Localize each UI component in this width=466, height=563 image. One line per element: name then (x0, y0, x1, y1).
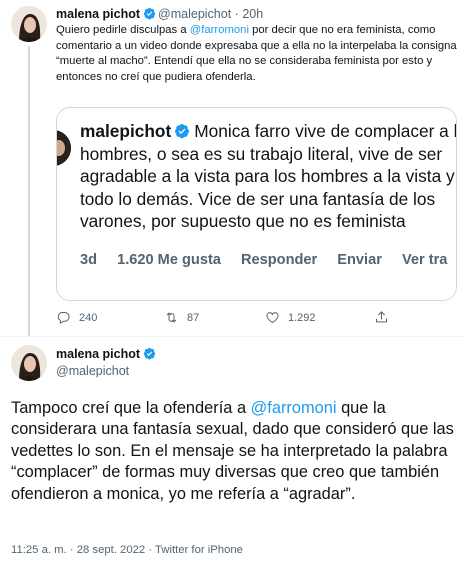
screenshot-send-label: Enviar (337, 252, 382, 268)
reply-button[interactable]: 240 (56, 310, 97, 325)
screenshot-more-label: Ver tra (401, 252, 448, 268)
tweet-actions: 240 87 1.292 (56, 310, 456, 330)
tweet-time[interactable]: 20h (242, 7, 263, 21)
attached-screenshot[interactable]: malepichot Monica farro vive de complacer… (56, 107, 457, 301)
screenshot-likes: 1.620 Me gusta (117, 252, 221, 268)
screenshot-tweet-text: malepichot Monica farro vive de complacer… (80, 120, 456, 233)
tweet-divider (0, 336, 466, 337)
like-button[interactable]: 1.292 (265, 310, 316, 325)
tweet-timestamp[interactable]: 11:25 a. m. · 28 sept. 2022 · Twitter fo… (11, 544, 243, 556)
separator-dot: · (234, 7, 239, 21)
author-avatar[interactable] (11, 6, 47, 42)
like-icon (266, 312, 279, 324)
author-handle[interactable]: @malepichot (158, 7, 231, 21)
screenshot-handle: malepichot (80, 121, 172, 141)
verified-badge-icon (143, 7, 156, 20)
verified-badge-icon (143, 347, 156, 360)
mention-link[interactable]: @farromoni (251, 399, 337, 417)
screenshot-avatar (57, 130, 71, 166)
reply-icon (57, 312, 70, 325)
author-name[interactable]: malena pichot (56, 7, 140, 21)
tweet-text-part: Tampoco creí que la ofendería a (11, 399, 251, 417)
like-count: 1.292 (288, 311, 316, 324)
tweet-text: Quiero pedirle disculpas a @farromoni po… (56, 23, 461, 85)
mention-link[interactable]: @farromoni (190, 24, 249, 36)
author-name[interactable]: malena pichot (56, 347, 158, 361)
verified-badge-icon (174, 122, 190, 139)
retweet-button[interactable]: 87 (164, 310, 199, 325)
retweet-icon (166, 312, 177, 323)
screenshot-meta: 3d 1.620 Me gusta Responder Enviar Ver t… (80, 252, 456, 268)
share-icon (376, 311, 387, 323)
screenshot-reply-label: Responder (240, 252, 318, 268)
tweet-header: malena pichot @malepichot · 20h (56, 6, 263, 22)
tweet-text: Tampoco creí que la ofendería a @farromo… (11, 398, 466, 505)
thread-connector-line (28, 46, 30, 336)
retweet-count: 87 (187, 311, 200, 324)
author-handle[interactable]: @malepichot (56, 364, 129, 378)
share-button[interactable] (374, 310, 389, 325)
reply-count: 240 (79, 311, 98, 324)
author-name-text: malena pichot (56, 347, 141, 361)
screenshot-age: 3d (80, 252, 98, 268)
author-avatar[interactable] (11, 345, 47, 381)
tweet-text-part: Quiero pedirle disculpas a (56, 24, 190, 36)
reply-tweet[interactable]: malena pichot @malepichot · 20h Quiero pe… (0, 0, 466, 336)
